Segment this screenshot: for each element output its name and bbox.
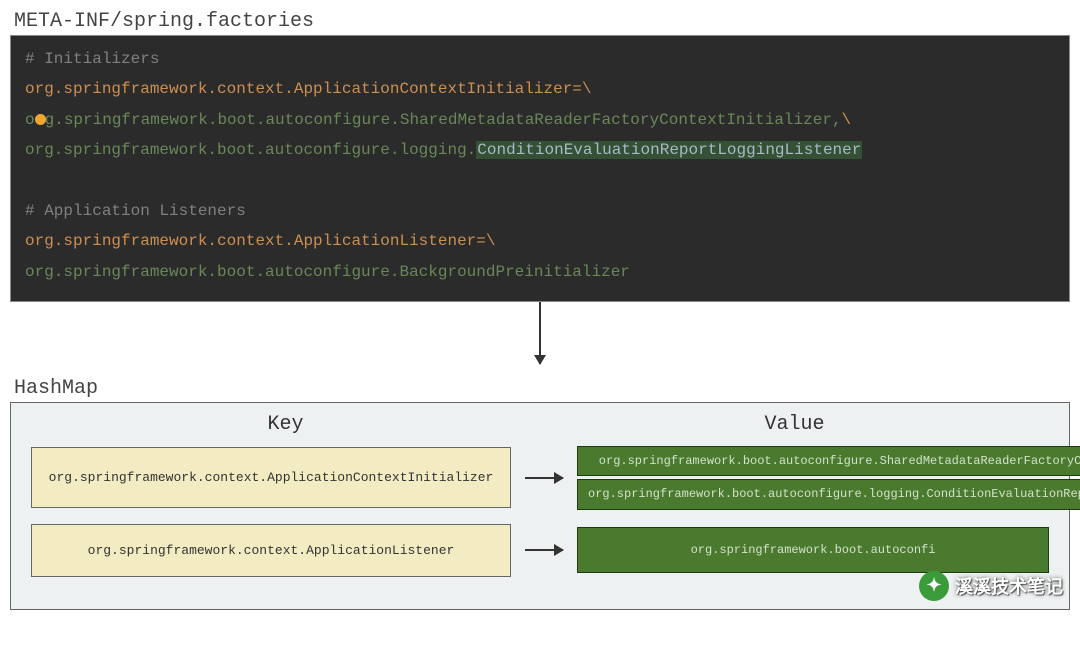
code-value: org.springframework.boot.autoconfigure.B…	[25, 263, 630, 281]
map-key-box: org.springframework.context.ApplicationC…	[31, 447, 511, 508]
line-continuation: \	[486, 232, 496, 250]
wechat-icon: ✦	[919, 571, 949, 601]
code-key: org.springframework.context.ApplicationC…	[25, 80, 582, 98]
arrow-right-icon	[525, 477, 563, 479]
file-title: META-INF/spring.factories	[14, 10, 1070, 33]
map-row: org.springframework.context.ApplicationC…	[31, 446, 1049, 509]
hashmap-title: HashMap	[14, 377, 1070, 400]
column-header-value: Value	[540, 413, 1049, 436]
code-block: # Initializers org.springframework.conte…	[10, 35, 1070, 302]
column-header-key: Key	[31, 413, 540, 436]
map-value-box: org.springframework.boot.autoconfigure.l…	[577, 479, 1080, 509]
hashmap-box: Key Value org.springframework.context.Ap…	[10, 402, 1070, 609]
watermark-text: 溪溪技术笔记	[955, 573, 1063, 599]
watermark: ✦ 溪溪技术笔记	[919, 571, 1063, 601]
code-value: o	[25, 111, 35, 129]
code-comment: # Application Listeners	[25, 202, 246, 220]
map-value-box: org.springframework.boot.autoconfigure.S…	[577, 446, 1080, 476]
code-comment: # Initializers	[25, 50, 159, 68]
map-value-box: org.springframework.boot.autoconfi	[577, 527, 1049, 573]
blank-line	[25, 166, 1055, 196]
lightbulb-icon[interactable]	[35, 114, 46, 125]
line-continuation: \	[582, 80, 592, 98]
map-row: org.springframework.context.ApplicationL…	[31, 524, 1049, 577]
code-value: org.springframework.boot.autoconfigure.l…	[25, 141, 476, 159]
code-value: g.springframework.boot.autoconfigure.Sha…	[45, 111, 842, 129]
map-key-box: org.springframework.context.ApplicationL…	[31, 524, 511, 577]
code-key: org.springframework.context.ApplicationL…	[25, 232, 486, 250]
arrow-right-icon	[525, 549, 563, 551]
code-highlight: ConditionEvaluationReportLoggingListener	[476, 141, 862, 159]
line-continuation: \	[842, 111, 852, 129]
arrow-down	[10, 302, 1070, 377]
